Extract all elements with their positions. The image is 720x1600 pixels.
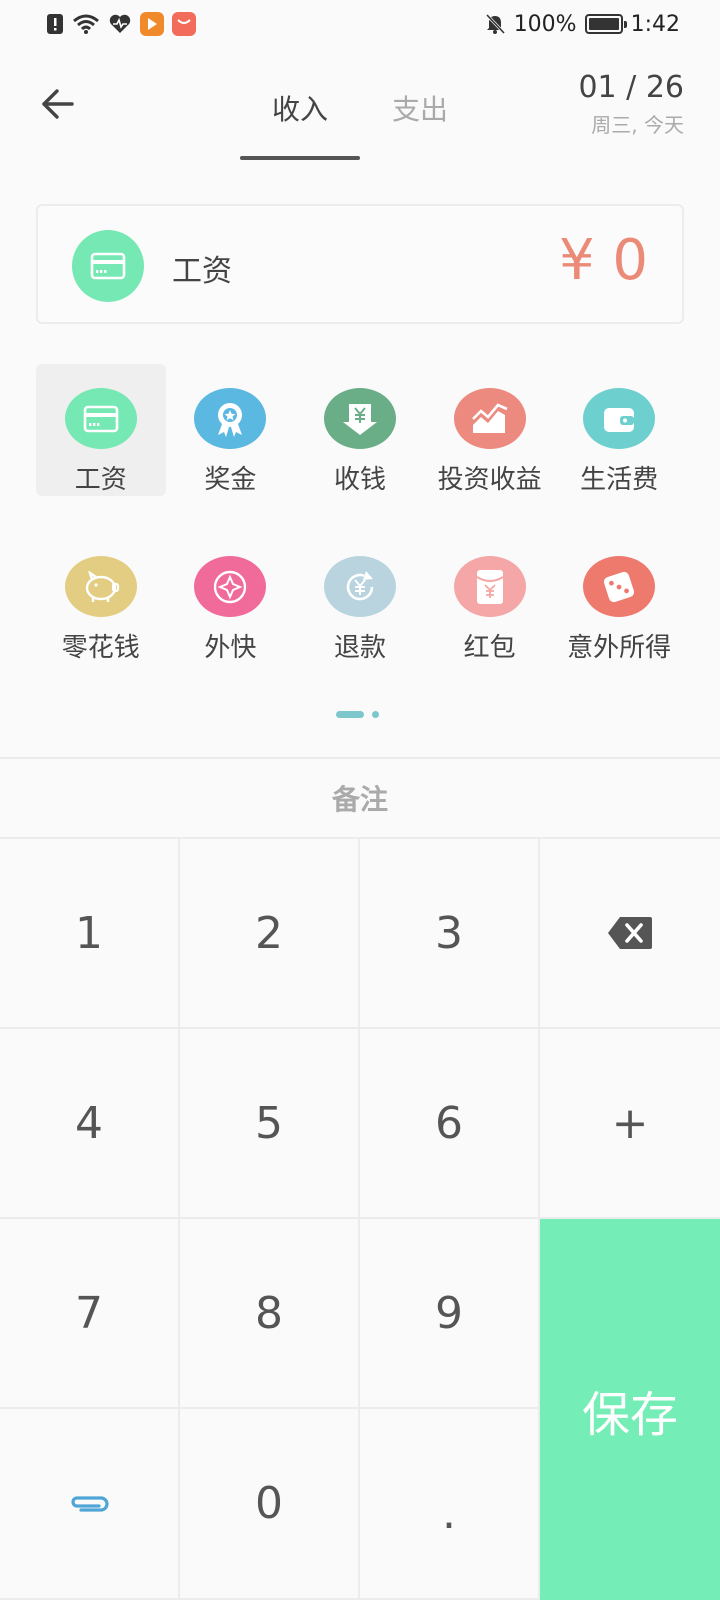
- category-label: 红包: [463, 633, 516, 663]
- status-right: 100% 1:42: [484, 12, 680, 37]
- category-circle: [583, 388, 656, 449]
- status-bar: 100% 1:42: [0, 0, 720, 48]
- key-2[interactable]: 2: [180, 839, 360, 1029]
- category-label: 工资: [74, 465, 127, 495]
- mute-icon: [484, 13, 506, 35]
- category-circle: [64, 556, 137, 617]
- page-dot-active[interactable]: [336, 711, 364, 718]
- key-6[interactable]: 6: [360, 1029, 540, 1219]
- wifi-icon: [72, 13, 100, 35]
- category-refund[interactable]: 退款: [295, 532, 425, 664]
- tab-income[interactable]: 收入: [240, 88, 360, 128]
- number-keypad: 1 2 3 4 5 6 + 7 8 9 保存 0 .: [0, 839, 720, 1600]
- category-row-1: 工资 奖金 收钱 投资收益 生活费: [36, 364, 684, 524]
- key-8[interactable]: 8: [180, 1219, 360, 1409]
- selected-category-name: 工资: [172, 254, 232, 289]
- category-label: 收钱: [333, 465, 386, 495]
- chart-icon: [471, 402, 508, 433]
- status-left: [46, 12, 196, 36]
- date-sub: 周三, 今天: [591, 113, 684, 137]
- page-dot[interactable]: [372, 711, 379, 718]
- category-side-income[interactable]: 外快: [166, 532, 296, 664]
- category-circle: [583, 556, 656, 617]
- dot-key[interactable]: .: [360, 1409, 540, 1600]
- category-pocket-money[interactable]: 零花钱: [36, 532, 166, 664]
- amount-card: 工资 ¥ 0: [36, 204, 684, 324]
- category-circle: [194, 556, 267, 617]
- battery-icon: [584, 14, 627, 34]
- backspace-icon: [608, 917, 652, 949]
- note-input[interactable]: 备注: [0, 757, 720, 839]
- battery-percent: 100%: [513, 11, 577, 37]
- arrow-left-icon: [42, 89, 74, 119]
- key-0[interactable]: 0: [180, 1409, 360, 1600]
- category-label: 退款: [333, 633, 386, 663]
- date-main: 01 / 26: [578, 70, 684, 105]
- plus-key[interactable]: +: [540, 1029, 720, 1219]
- back-button[interactable]: [34, 80, 82, 128]
- key-9[interactable]: 9: [360, 1219, 540, 1409]
- category-row-2: 零花钱 外快 退款 红包 意外所得: [36, 532, 684, 692]
- red-envelope-icon: [476, 569, 504, 604]
- card-icon: [90, 252, 126, 280]
- wallet-icon: [604, 407, 635, 432]
- app-badge-orange: [140, 12, 164, 36]
- backspace-key[interactable]: [540, 839, 720, 1029]
- key-5[interactable]: 5: [180, 1029, 360, 1219]
- category-label: 奖金: [204, 465, 257, 495]
- heart-icon: [108, 13, 132, 35]
- category-salary[interactable]: 工资: [36, 364, 166, 496]
- page-indicator: [336, 711, 379, 718]
- tab-expense[interactable]: 支出: [360, 88, 480, 128]
- category-label: 意外所得: [567, 633, 672, 663]
- header: 收入 支出 01 / 26 周三, 今天: [0, 52, 720, 162]
- category-red-envelope[interactable]: 红包: [425, 532, 555, 664]
- category-windfall[interactable]: 意外所得: [554, 532, 684, 664]
- dice-icon: [604, 571, 635, 602]
- date-picker[interactable]: 01 / 26 周三, 今天: [578, 70, 684, 138]
- category-investment[interactable]: 投资收益: [425, 364, 555, 496]
- category-circle: [453, 556, 526, 617]
- category-circle: [323, 556, 396, 617]
- category-bonus[interactable]: 奖金: [166, 364, 296, 496]
- category-circle: [64, 388, 137, 449]
- category-circle: [453, 388, 526, 449]
- key-1[interactable]: 1: [0, 839, 180, 1029]
- refund-icon: [346, 570, 374, 600]
- clock: 1:42: [630, 11, 680, 37]
- category-label: 投资收益: [437, 465, 542, 495]
- category-circle: [323, 388, 396, 449]
- key-4[interactable]: 4: [0, 1029, 180, 1219]
- category-circle: [194, 388, 267, 449]
- piggy-icon: [85, 570, 119, 602]
- alert-icon: [46, 13, 64, 35]
- tab-indicator: [240, 156, 360, 160]
- key-3[interactable]: 3: [360, 839, 540, 1029]
- paperclip-icon: [71, 1495, 109, 1512]
- category-receive[interactable]: 收钱: [295, 364, 425, 496]
- card-icon: [83, 405, 119, 432]
- app-badge-red: [172, 12, 196, 36]
- selected-category-icon: [72, 230, 144, 302]
- attachment-key[interactable]: [0, 1409, 180, 1600]
- amount-display: ¥ 0: [558, 228, 648, 293]
- medal-icon: [218, 402, 243, 437]
- category-label: 零花钱: [61, 633, 140, 663]
- key-7[interactable]: 7: [0, 1219, 180, 1409]
- save-button[interactable]: 保存: [540, 1219, 720, 1600]
- yuan-down-icon: [342, 403, 377, 435]
- category-label: 外快: [204, 633, 257, 663]
- category-label: 生活费: [580, 465, 659, 495]
- category-living[interactable]: 生活费: [554, 364, 684, 496]
- category-grid: 工资 奖金 收钱 投资收益 生活费 零花钱 外快 退款 红包 意外所得: [36, 364, 684, 692]
- compass-icon: [214, 570, 247, 603]
